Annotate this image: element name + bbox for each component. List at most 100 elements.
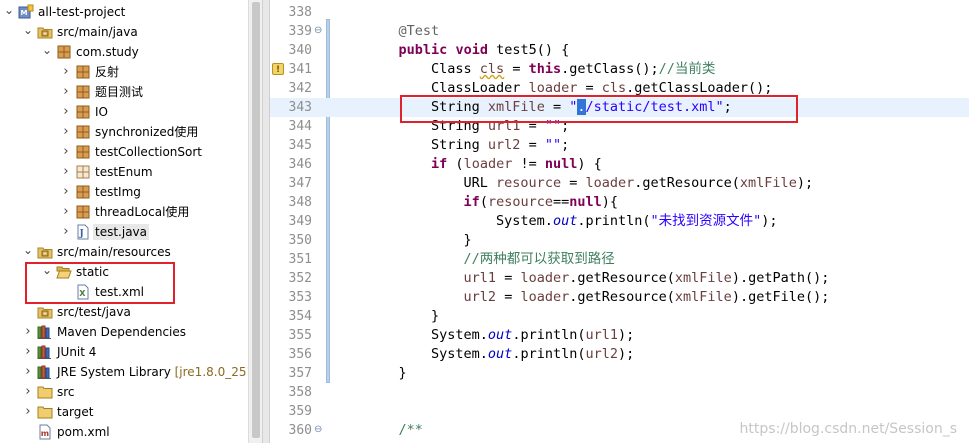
tree-item-project-root[interactable]: ⌄ Mall-test-project [0, 2, 248, 22]
svg-text:J: J [79, 229, 84, 239]
fold-collapse-icon[interactable]: ⊖ [314, 24, 322, 38]
tree-item-label: all-test-project [38, 5, 126, 19]
code-line[interactable]: 346 if (loader != null) { [270, 155, 969, 174]
tree-item-src-main-resources[interactable]: ⌄ src/main/resources [0, 242, 248, 262]
line-number: 340 [288, 43, 312, 58]
code-line[interactable]: 338 [270, 3, 969, 22]
chevron-right-icon[interactable]: › [61, 85, 71, 98]
tree-item-file-pom-xml[interactable]: m pom.xml [0, 422, 248, 442]
explorer-scrollbar[interactable] [248, 0, 262, 443]
tree-item-pkg-testenum[interactable]: › testEnum [0, 162, 248, 182]
chevron-down-icon[interactable]: ⌄ [42, 44, 52, 58]
code-line[interactable]: 341 Class cls = this.getClass();//当前类 [270, 60, 969, 79]
code-token: out [487, 327, 513, 343]
code-line[interactable]: 343 String xmlFile = "./static/test.xml"… [270, 98, 969, 117]
chevron-right-icon[interactable]: › [61, 65, 71, 78]
tree-item-label: testImg [95, 185, 141, 199]
code-line[interactable]: 344 String url1 = ""; [270, 117, 969, 136]
code-line[interactable]: 355 System.out.println(url1); [270, 326, 969, 345]
chevron-right-icon[interactable]: › [61, 105, 71, 118]
code-line[interactable]: 352 url1 = loader.getResource(xmlFile).g… [270, 269, 969, 288]
code-line[interactable]: 350 } [270, 231, 969, 250]
code-token: } [366, 365, 407, 381]
code-token: ( [447, 156, 464, 172]
code-line[interactable]: 339 ⊖ @Test [270, 22, 969, 41]
tree-item-decoration: [jre1.8.0_251] [174, 365, 248, 379]
tree-item-pkg-synchronized[interactable]: › synchronized使用 [0, 122, 248, 142]
code-text: url1 = loader.getResource(xmlFile).getPa… [366, 269, 830, 288]
tree-item-src-main-java[interactable]: ⌄ src/main/java [0, 22, 248, 42]
tree-item-pkg-testcollectionsort[interactable]: › testCollectionSort [0, 142, 248, 162]
tree-item-junit4[interactable]: › JUnit 4 [0, 342, 248, 362]
line-number: 357 [288, 366, 312, 381]
code-line[interactable]: 354 } [270, 307, 969, 326]
chevron-down-icon[interactable]: ⌄ [23, 24, 33, 38]
code-line[interactable]: 347 URL resource = loader.getResource(xm… [270, 174, 969, 193]
open-folder-icon [56, 264, 72, 280]
code-editor[interactable]: ! 338 339 ⊖ @Test 340 public void test5() {… [270, 0, 969, 443]
tree-item-pkg-io[interactable]: › IO [0, 102, 248, 122]
chevron-right-icon[interactable]: › [61, 125, 71, 138]
code-token: URL [366, 175, 497, 191]
code-line[interactable]: 353 url2 = loader.getResource(xmlFile).g… [270, 288, 969, 307]
code-token: this [528, 61, 562, 77]
tree-item-jre-system-library[interactable]: › JRE System Library [jre1.8.0_251] [0, 362, 248, 382]
chevron-right-icon[interactable]: › [23, 385, 33, 398]
tree-item-pkg-exercises[interactable]: › 题目测试 [0, 82, 248, 102]
tree-item-file-test-xml[interactable]: Xtest.xml [0, 282, 248, 302]
tree-item-label: src/main/java [57, 25, 138, 39]
code-line[interactable]: 358 [270, 383, 969, 402]
chevron-down-icon[interactable]: ⌄ [23, 244, 33, 258]
tree-item-maven-dependencies[interactable]: › Maven Dependencies [0, 322, 248, 342]
code-token: . [577, 99, 586, 115]
tree-item-folder-static[interactable]: ⌄ static [0, 262, 248, 282]
code-line[interactable]: 359 [270, 402, 969, 421]
chevron-right-icon[interactable]: › [61, 185, 71, 198]
code-line[interactable]: 357 } [270, 364, 969, 383]
line-number: 342 [288, 81, 312, 96]
tree-item-pkg-threadlocal[interactable]: › threadLocal使用 [0, 202, 248, 222]
fold-collapse-icon[interactable]: ⊖ [314, 423, 322, 437]
chevron-right-icon[interactable]: › [23, 345, 33, 358]
code-line[interactable]: 356 System.out.println(url2); [270, 345, 969, 364]
tree-item-pkg-reflect[interactable]: › 反射 [0, 62, 248, 82]
chevron-down-icon[interactable]: ⌄ [4, 4, 14, 18]
code-line[interactable]: 345 String url2 = ""; [270, 136, 969, 155]
chevron-right-icon[interactable]: › [61, 165, 71, 178]
code-line[interactable]: 351 //两种都可以获取到路径 [270, 250, 969, 269]
tree-item-folder-src[interactable]: › src [0, 382, 248, 402]
code-token: url1 [487, 118, 521, 134]
chevron-right-icon[interactable]: › [23, 325, 33, 338]
chevron-right-icon[interactable]: › [61, 145, 71, 158]
chevron-right-icon[interactable]: › [23, 365, 33, 378]
code-text: /** [366, 421, 423, 440]
code-token: .println( [512, 327, 586, 343]
explorer-scrollbar-thumb[interactable] [252, 2, 260, 438]
line-number: 350 [288, 233, 312, 248]
code-text: @Test [366, 22, 440, 41]
tree-item-folder-target[interactable]: › target [0, 402, 248, 422]
xml-file-icon: X [75, 284, 91, 300]
chevron-right-icon[interactable]: › [61, 205, 71, 218]
chevron-right-icon[interactable]: › [61, 225, 71, 238]
chevron-right-icon[interactable]: › [23, 405, 33, 418]
code-line[interactable]: 349 System.out.println("未找到资源文件"); [270, 212, 969, 231]
code-token: ( [479, 194, 488, 210]
code-line[interactable]: 340 public void test5() { [270, 41, 969, 60]
tree-item-com-study[interactable]: ⌄ com.study [0, 42, 248, 62]
line-number: 360 [288, 423, 312, 438]
code-text: String url2 = ""; [366, 136, 569, 155]
code-line[interactable]: 348 if(resource==null){ [270, 193, 969, 212]
tree-item-label: testEnum [95, 165, 153, 179]
tree-item-label: JUnit 4 [57, 345, 97, 359]
pane-divider[interactable] [262, 0, 270, 443]
line-number: 353 [288, 290, 312, 305]
tree-item-label: static [76, 265, 109, 279]
tree-item-src-test-java[interactable]: src/test/java [0, 302, 248, 322]
code-token: String [366, 99, 488, 115]
line-number: 351 [288, 252, 312, 267]
tree-item-file-test-java[interactable]: › Jtest.java [0, 222, 248, 242]
code-line[interactable]: 342 ClassLoader loader = cls.getClassLoa… [270, 79, 969, 98]
chevron-down-icon[interactable]: ⌄ [42, 264, 52, 278]
tree-item-pkg-testimg[interactable]: › testImg [0, 182, 248, 202]
